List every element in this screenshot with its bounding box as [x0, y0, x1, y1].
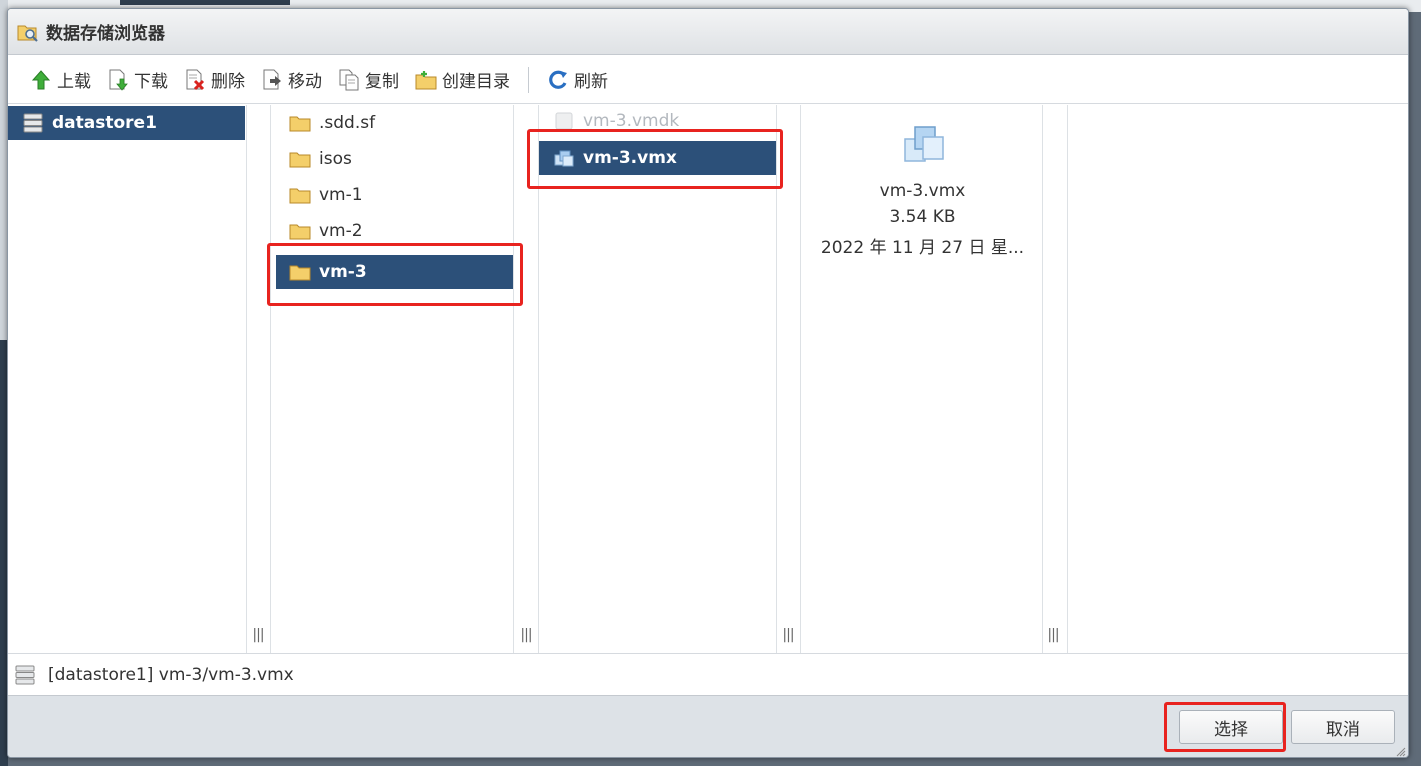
- refresh-button[interactable]: 刷新: [541, 65, 614, 95]
- delete-icon: [186, 69, 205, 90]
- folder-icon: [289, 152, 311, 168]
- resize-grip-icon[interactable]: [1396, 747, 1406, 757]
- folder-label: vm-3: [319, 262, 367, 282]
- select-button[interactable]: 选择: [1179, 710, 1283, 744]
- title-bar[interactable]: 数据存储浏览器: [8, 9, 1408, 55]
- folder-label: isos: [319, 149, 352, 169]
- select-label: 选择: [1214, 719, 1248, 740]
- folder-item[interactable]: .sdd.sf: [289, 106, 509, 140]
- file-item-disabled: vm-3.vmdk: [553, 108, 773, 134]
- cancel-label: 取消: [1326, 719, 1360, 740]
- folder-item[interactable]: isos: [289, 142, 509, 176]
- folder-label: vm-1: [319, 185, 363, 205]
- file-column: vm-3.vmdk vm-3.vmx: [538, 105, 777, 653]
- datastore-icon: [23, 113, 43, 133]
- preview-filename: vm-3.vmx: [879, 181, 966, 201]
- folder-label: vm-2: [319, 221, 363, 241]
- datastore-icon: [15, 665, 35, 684]
- datastore-column: datastore1: [8, 105, 247, 653]
- upload-button[interactable]: 上载: [24, 65, 97, 95]
- folder-item[interactable]: vm-2: [289, 214, 509, 248]
- file-item-selected[interactable]: vm-3.vmx: [539, 141, 776, 175]
- column-browser: datastore1 ||| .sdd.sf isos vm-1 vm-2 vm…: [8, 105, 1408, 653]
- move-label: 移动: [288, 72, 322, 92]
- path-bar: [datastore1] vm-3/vm-3.vmx: [8, 653, 1408, 695]
- copy-button[interactable]: 复制: [332, 65, 405, 95]
- download-button[interactable]: 下载: [101, 65, 174, 95]
- column-splitter[interactable]: |||: [519, 627, 533, 647]
- delete-label: 删除: [211, 72, 245, 92]
- new-folder-icon: [415, 70, 437, 89]
- preview-column: vm-3.vmx 3.54 KB 2022 年 11 月 27 日 星...: [800, 105, 1043, 653]
- create-directory-button[interactable]: 创建目录: [409, 65, 516, 95]
- column-splitter[interactable]: |||: [781, 627, 795, 647]
- empty-column: [1067, 105, 1408, 653]
- folder-icon: [289, 188, 311, 204]
- upload-icon: [31, 69, 51, 89]
- toolbar-separator: [528, 66, 529, 93]
- folder-label: .sdd.sf: [319, 113, 376, 133]
- selected-path: [datastore1] vm-3/vm-3.vmx: [48, 664, 294, 685]
- cancel-button[interactable]: 取消: [1291, 710, 1395, 744]
- datastore-item[interactable]: datastore1: [8, 106, 245, 140]
- disk-file-icon: [555, 112, 573, 130]
- folder-column: .sdd.sf isos vm-1 vm-2 vm-3: [270, 105, 514, 653]
- folder-icon: [289, 265, 311, 281]
- vm-file-icon: [554, 150, 574, 167]
- preview-date: 2022 年 11 月 27 日 星...: [820, 238, 1025, 258]
- copy-icon: [339, 69, 359, 90]
- upload-label: 上载: [57, 72, 91, 92]
- file-label: vm-3.vmx: [583, 148, 677, 168]
- datastore-browser-icon: [17, 25, 38, 42]
- move-icon: [263, 69, 281, 89]
- download-label: 下载: [134, 72, 168, 92]
- column-splitter[interactable]: |||: [251, 627, 265, 647]
- refresh-icon: [549, 70, 567, 89]
- dialog-title: 数据存储浏览器: [46, 24, 165, 44]
- vm-file-large-icon: [904, 126, 944, 162]
- delete-button[interactable]: 删除: [178, 65, 251, 95]
- datastore-browser-dialog: 数据存储浏览器 上载 下载 删除 移动 复制 创建目录 刷新 datastore…: [7, 8, 1409, 758]
- folder-item[interactable]: vm-1: [289, 178, 509, 212]
- toolbar: 上载 下载 删除 移动 复制 创建目录 刷新: [8, 56, 1408, 104]
- background-tab: [120, 0, 290, 5]
- column-splitter[interactable]: |||: [1046, 627, 1060, 647]
- preview-filesize: 3.54 KB: [889, 207, 956, 227]
- folder-item-selected[interactable]: vm-3: [276, 255, 513, 289]
- folder-icon: [289, 224, 311, 240]
- dialog-footer: 选择 取消: [8, 695, 1408, 757]
- refresh-label: 刷新: [574, 72, 608, 92]
- folder-icon: [289, 116, 311, 132]
- datastore-label: datastore1: [52, 113, 157, 133]
- move-button[interactable]: 移动: [255, 65, 328, 95]
- download-icon: [109, 69, 128, 91]
- file-label: vm-3.vmdk: [583, 111, 680, 131]
- create-directory-label: 创建目录: [442, 72, 510, 92]
- copy-label: 复制: [365, 72, 399, 92]
